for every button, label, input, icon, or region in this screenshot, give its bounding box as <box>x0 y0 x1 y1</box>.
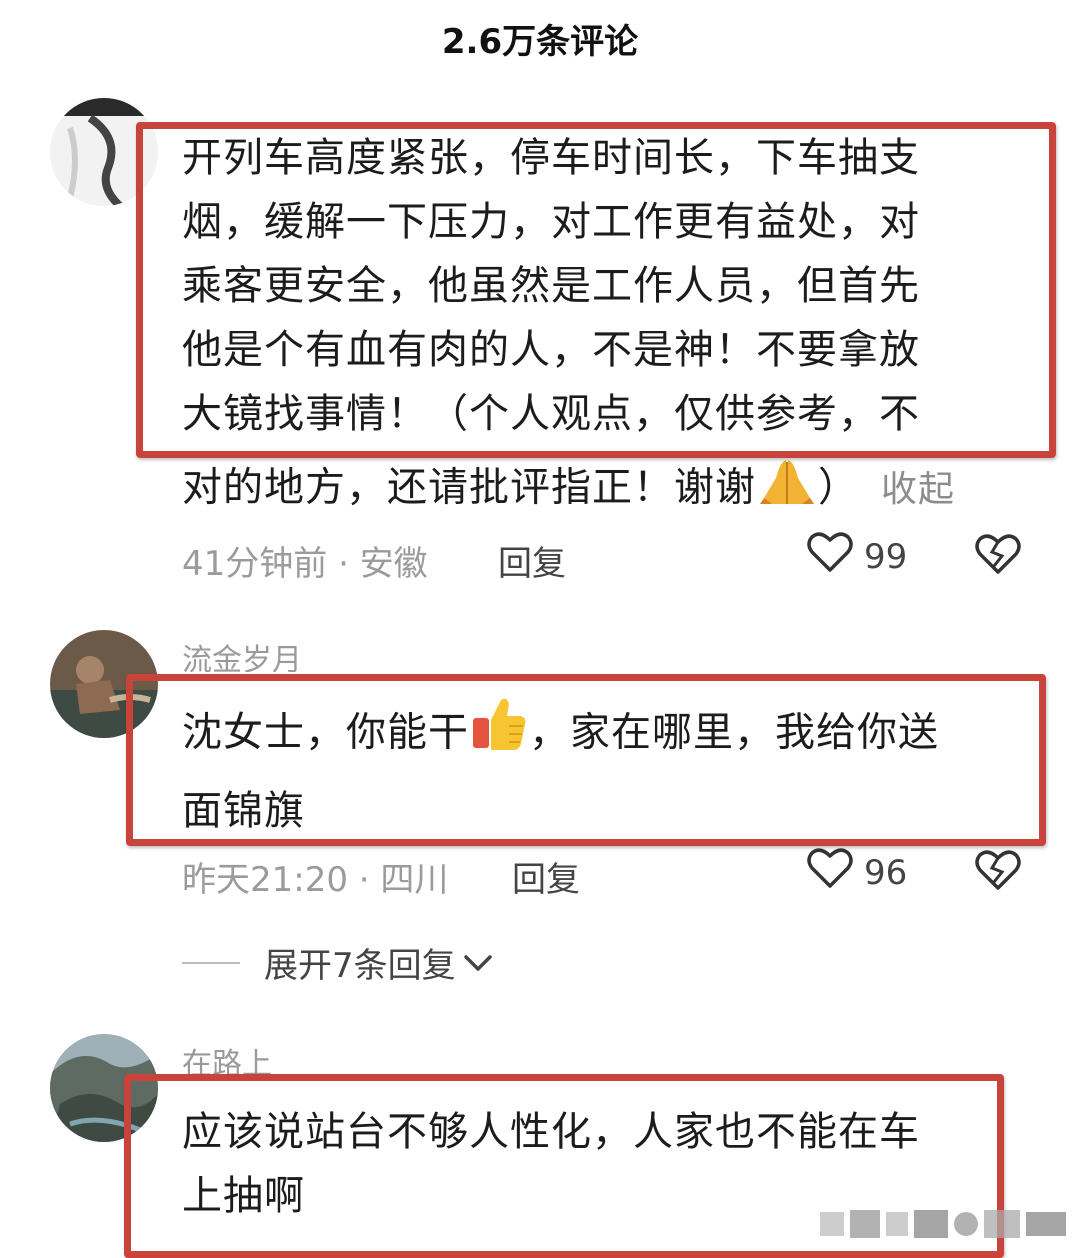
broken-heart-icon[interactable] <box>974 848 1022 896</box>
page-title: 2.6万条评论 <box>441 22 639 62</box>
like-button[interactable]: 99 <box>806 530 907 583</box>
like-button[interactable]: 96 <box>806 846 907 899</box>
comment-text: 开列车高度紧张，停车时间长，下车抽支 烟，缓解一下压力，对工作更有益处，对 乘客… <box>182 126 1042 525</box>
chevron-down-icon <box>462 943 494 983</box>
avatar[interactable] <box>50 1034 158 1142</box>
reply-button[interactable]: 回复 <box>512 852 580 901</box>
avatar[interactable] <box>50 98 158 206</box>
username: 在路上 <box>182 1047 272 1076</box>
comment-meta: 41分钟前 · 安徽 <box>182 544 428 584</box>
divider <box>182 961 240 964</box>
username: 流金岁月 <box>182 643 302 672</box>
comment-meta: 昨天21:20 · 四川 <box>182 860 449 900</box>
like-count: 96 <box>864 852 908 893</box>
expand-replies-button[interactable]: 展开7条回复 <box>182 938 494 987</box>
folded-hands-emoji <box>756 454 818 525</box>
like-count: 99 <box>864 536 908 577</box>
heart-outline-icon <box>806 846 854 899</box>
comment-text: 沈女士，你能干 ，家在哪里，我给你送 面锦旗 <box>182 694 1042 847</box>
thumbs-up-emoji <box>469 694 529 775</box>
watermark <box>820 1202 1070 1246</box>
heart-outline-icon <box>806 530 854 583</box>
broken-heart-icon[interactable] <box>974 532 1022 580</box>
reply-button[interactable]: 回复 <box>498 536 566 585</box>
collapse-link[interactable]: 收起 <box>881 469 955 510</box>
avatar[interactable] <box>50 630 158 738</box>
expand-replies-label: 展开7条回复 <box>264 946 456 986</box>
